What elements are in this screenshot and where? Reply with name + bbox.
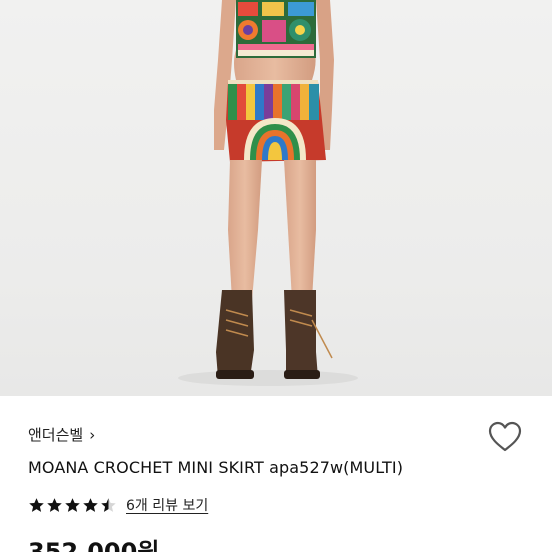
product-info: 앤더슨벨 › MOANA CROCHET MINI SKIRT apa527w(… xyxy=(0,396,552,552)
brand-name: 앤더슨벨 xyxy=(28,426,84,444)
star-icon xyxy=(83,497,98,512)
model-photo xyxy=(178,0,358,386)
star-icon xyxy=(65,497,80,512)
star-icon xyxy=(101,497,116,512)
product-title: MOANA CROCHET MINI SKIRT apa527w(MULTI) xyxy=(28,458,404,477)
heart-outline-icon xyxy=(488,421,522,452)
brand-link[interactable]: 앤더슨벨 › xyxy=(28,424,95,445)
star-icon xyxy=(29,497,44,512)
star-icon xyxy=(47,497,62,512)
rating-stars xyxy=(28,497,118,514)
price: 352,000원 xyxy=(28,538,160,552)
review-link[interactable]: 6개 리뷰 보기 xyxy=(126,495,208,515)
wishlist-button[interactable] xyxy=(486,420,524,454)
chevron-right-icon: › xyxy=(89,425,96,444)
rating-row: 6개 리뷰 보기 xyxy=(28,494,208,516)
product-image[interactable] xyxy=(0,0,552,396)
